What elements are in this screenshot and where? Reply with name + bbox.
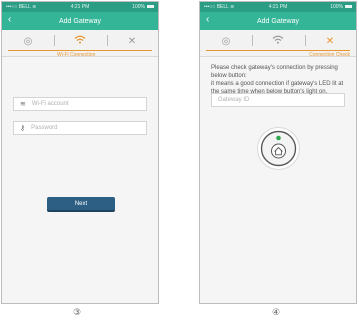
nav-bar: ‹ Add Gateway [2,12,158,30]
gateway-id-placeholder: Gateway ID [218,97,250,103]
instruction-line: it means a good connection if gateway's … [211,81,344,95]
tools-icon: ✕ [325,35,335,47]
page-title: Add Gateway [58,17,102,25]
nav-bar: ‹ Add Gateway [200,12,356,30]
status-bar: •••○○ BELL ≋ 4:21 PM 100% [200,2,356,12]
password-field[interactable]: ⚷ Password [13,121,147,135]
led-indicator [276,135,281,141]
password-placeholder: Password [31,125,58,131]
gateway-icon: ◎ [221,35,231,47]
instructions-text: Please check gateway's connection by pre… [211,64,350,96]
form-area: ≋ Wi-Fi account ⚷ Password Next [2,57,158,303]
chevron-left-icon: ‹ [8,14,12,25]
wifi-icon [258,35,298,47]
instruction-line: Please check gateway's connection by pre… [211,65,338,79]
status-time: 4:21 PM [70,4,90,10]
step-caption: ③ [73,308,82,318]
tools-icon: ✕ [127,35,137,47]
back-button[interactable]: ‹ [8,14,11,25]
step-indicator: ◎ ✕ Connection Check [200,30,356,58]
step-progress-line [206,50,350,51]
key-icon: ⚷ [20,125,26,132]
chevron-left-icon: ‹ [206,14,210,25]
wifi-account-field[interactable]: ≋ Wi-Fi account [13,97,147,111]
step-indicator: ◎ ✕ Wi-Fi Connection [2,30,158,58]
status-time: 4:21 PM [268,4,288,10]
next-button[interactable]: Next [47,197,115,212]
step-divider [107,35,108,46]
gateway-check-button[interactable] [256,126,301,171]
phone-screen-connection-check: •••○○ BELL ≋ 4:21 PM 100% ‹ Add Gateway … [199,1,357,304]
gateway-icon: ◎ [23,35,33,47]
wifi-icon [60,35,100,47]
step-divider [252,35,253,46]
step-caption: ④ [272,308,281,318]
page-title: Add Gateway [256,17,300,25]
phone-screen-wifi: •••○○ BELL ≋ 4:21 PM 100% ‹ Add Gateway … [1,1,159,304]
step-progress-line [8,50,152,51]
wifi-icon: ≋ [20,101,26,108]
status-bar: •••○○ BELL ≋ 4:21 PM 100% [2,2,158,12]
step-divider [54,35,55,46]
wifi-account-placeholder: Wi-Fi account [31,101,69,107]
step-divider [305,35,306,46]
back-button[interactable]: ‹ [206,14,209,25]
